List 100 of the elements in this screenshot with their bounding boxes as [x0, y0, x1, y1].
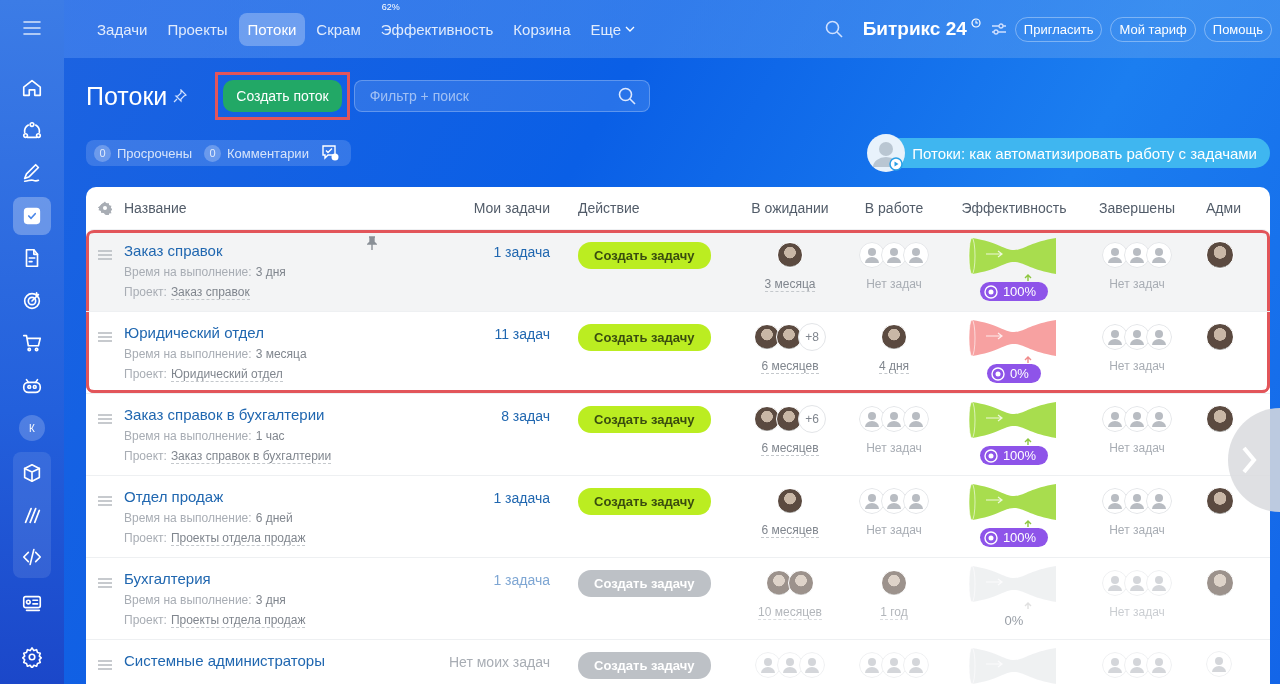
- efficiency-badge[interactable]: 100%: [979, 446, 1049, 465]
- counter-filter[interactable]: 0 Просрочены: [94, 144, 192, 162]
- nav-tab[interactable]: Задачи: [88, 12, 157, 46]
- meta-label: Время на выполнение:: [124, 511, 252, 525]
- meta-label: Время на выполнение:: [124, 429, 252, 443]
- clock-icon: [970, 18, 981, 28]
- more-users-count[interactable]: +6: [798, 405, 826, 433]
- project-link[interactable]: Заказ справок в бухгалтерии: [170, 449, 332, 464]
- user-avatar[interactable]: [776, 324, 802, 350]
- banner-text: Потоки: как автоматизировать работу с задачами: [912, 144, 1257, 162]
- deadline-value: 1 час: [255, 429, 285, 443]
- column-header: В ожидании: [750, 200, 830, 216]
- meta-label: Проект:: [124, 285, 167, 300]
- meta-label: Время на выполнение:: [124, 593, 252, 607]
- create-task-button[interactable]: Создать задачу: [578, 406, 711, 433]
- my-tasks-link[interactable]: 1 задача: [493, 244, 550, 260]
- cube-icon: [21, 461, 43, 484]
- admin-avatar[interactable]: [1206, 487, 1234, 515]
- meta-label: Проект:: [124, 367, 167, 382]
- cart-icon: [21, 332, 43, 354]
- user-avatar[interactable]: [754, 324, 780, 350]
- nav-tab[interactable]: Еще: [581, 12, 644, 46]
- stage-time-label: Нет задач: [866, 441, 922, 455]
- counter-filter[interactable]: 0 Комментарии: [204, 144, 309, 162]
- flow-name-link[interactable]: Отдел продаж: [124, 488, 424, 505]
- pin-icon[interactable]: [367, 236, 377, 250]
- create-task-button[interactable]: Создать задачу: [578, 488, 711, 515]
- meta-label: Проект:: [124, 449, 167, 464]
- avatar-icon: [866, 133, 907, 173]
- create-task-button[interactable]: Создать задачу: [578, 324, 711, 351]
- meta-label: Проект:: [124, 531, 167, 546]
- stage-time-label: 3 месяца: [764, 277, 816, 292]
- no-tasks-label: Нет моих задач: [449, 654, 550, 670]
- user-avatar[interactable]: [777, 242, 803, 268]
- user-avatar[interactable]: [754, 406, 780, 432]
- sliders-icon[interactable]: [990, 22, 1007, 36]
- stage-time-label: Нет задач: [1109, 441, 1165, 455]
- meta-label: Проект:: [124, 613, 167, 628]
- home-icon: [21, 77, 43, 99]
- efficiency-value: 0%: [1004, 613, 1024, 628]
- deadline-value: 3 месяца: [255, 347, 307, 361]
- drag-handle-icon[interactable]: [98, 496, 112, 506]
- admin-avatar[interactable]: [1206, 241, 1234, 269]
- stage-time-label: Нет задач: [1109, 277, 1165, 291]
- my-tasks-link[interactable]: 1 задача: [493, 490, 550, 506]
- user-avatar[interactable]: [776, 406, 802, 432]
- search-icon[interactable]: [824, 20, 843, 38]
- user-avatar[interactable]: [777, 488, 803, 514]
- page-title: Потоки: [86, 81, 168, 111]
- flow-name-link[interactable]: Заказ справок: [124, 242, 424, 259]
- admin-avatar[interactable]: [1206, 323, 1234, 351]
- my-tasks-link[interactable]: 8 задач: [501, 408, 550, 424]
- nav-tab[interactable]: Эффективность: [371, 12, 503, 46]
- flow-name-link[interactable]: Юридический отдел: [124, 324, 424, 341]
- column-header: Адми: [1205, 200, 1242, 216]
- column-header: Мои задачи: [472, 200, 550, 216]
- efficiency-badge[interactable]: 100%: [979, 282, 1049, 301]
- column-header: Название: [124, 200, 188, 216]
- efficiency-badge[interactable]: 100%: [979, 528, 1049, 547]
- menu-icon[interactable]: [23, 21, 41, 35]
- nav-tab[interactable]: Корзина: [504, 12, 580, 46]
- nav-tab[interactable]: Проекты: [158, 12, 237, 46]
- stage-time-label: 10 месяцев: [758, 605, 822, 620]
- nav-tab[interactable]: Скрам: [307, 12, 370, 46]
- deadline-value: 6 дней: [255, 511, 293, 525]
- nav-tab[interactable]: Потоки: [238, 12, 306, 46]
- deadline-value: 3 дня: [255, 593, 286, 607]
- more-users-count[interactable]: +8: [798, 323, 826, 351]
- empty-user-icon: [1206, 651, 1232, 677]
- drag-handle-icon[interactable]: [98, 250, 112, 260]
- admin-avatar[interactable]: [1206, 405, 1234, 433]
- sidebar-item[interactable]: К: [13, 409, 51, 447]
- stage-time-label: 6 месяцев: [761, 359, 819, 374]
- stage-time-label: Нет задач: [866, 277, 922, 291]
- settings-icon: [21, 646, 43, 668]
- stage-time-label: 4 дня: [878, 359, 910, 374]
- meta-label: Время на выполнение:: [124, 265, 252, 279]
- efficiency-badge[interactable]: 0%: [987, 364, 1041, 383]
- stage-time-label: Нет задач: [1109, 359, 1165, 373]
- sidebar-item[interactable]: [13, 451, 51, 494]
- sidebar-item[interactable]: [13, 196, 51, 235]
- stage-time-label: Нет задач: [1109, 523, 1165, 537]
- sidebar-item[interactable]: [13, 535, 51, 578]
- stage-time-label: 6 месяцев: [761, 523, 819, 538]
- user-avatar[interactable]: [881, 324, 907, 350]
- stage-time-label: 1 год: [880, 605, 908, 620]
- flow-name-link[interactable]: Заказ справок в бухгалтерии: [124, 406, 424, 423]
- drag-handle-icon[interactable]: [98, 332, 112, 342]
- create-task-button[interactable]: Создать задачу: [578, 242, 711, 269]
- project-link[interactable]: Заказ справок: [170, 285, 250, 300]
- my-tasks-link[interactable]: 11 задач: [494, 326, 550, 342]
- meta-label: Время на выполнение:: [124, 347, 252, 361]
- column-header: Действие: [577, 200, 641, 216]
- column-header: В работе: [863, 200, 925, 216]
- project-link[interactable]: Проекты отдела продаж: [170, 531, 306, 546]
- create-flow-button[interactable]: Создать поток: [223, 80, 342, 112]
- project-link[interactable]: Юридический отдел: [170, 367, 283, 382]
- search-icon[interactable]: [617, 87, 636, 105]
- chat-check-icon[interactable]: [320, 144, 339, 162]
- drag-handle-icon[interactable]: [98, 414, 112, 424]
